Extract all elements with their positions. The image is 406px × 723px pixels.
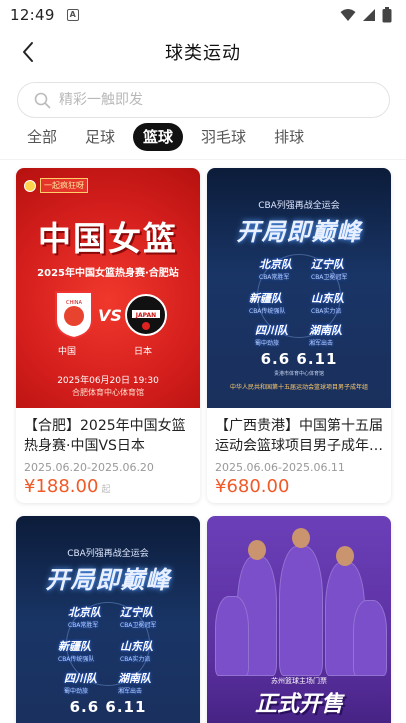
player-figure <box>353 600 387 676</box>
team-right-label: 日本 <box>134 347 153 357</box>
poster-team: 山东队 CBA实力派 <box>311 292 344 315</box>
poster-badge: 一起疯狂呀 <box>24 178 88 193</box>
status-bar: 12:49 A <box>0 0 406 30</box>
event-card[interactable]: CBA列强再战全运会 开局即巅峰 北京队 CBA常胜军 辽宁队 CBA卫冕冠军 新疆… <box>207 168 391 503</box>
page: 12:49 A 球类运动 精彩一触即发 全部 足球 篮球 羽毛球 排球 一起疯狂… <box>0 0 406 723</box>
event-card[interactable]: 一起疯狂呀 中国女篮 2025年中国女篮热身赛·合肥站 CHINA VS JAP… <box>16 168 200 503</box>
tab-basketball[interactable]: 篮球 <box>133 123 184 151</box>
poster-subtitle: 2025年中国女篮热身赛·合肥站 <box>37 268 179 279</box>
poster-team: 辽宁队 CBA卫冕冠军 <box>120 606 157 629</box>
divider <box>0 159 406 160</box>
poster-ribbon: 苏州篮球主场门票 <box>271 677 327 685</box>
event-info: 【合肥】2025年中国女篮热身赛·中国VS日本 2025.06.20-2025.… <box>16 408 200 503</box>
poster-team: 山东队 CBA实力派 <box>120 640 153 663</box>
event-poster: CBA列强再战全运会 开局即巅峰 北京队 CBA常胜军 辽宁队 CBA卫冕冠军 新疆… <box>207 168 391 408</box>
poster-dates: 6.6 6.11 <box>69 698 147 716</box>
chevron-left-icon <box>23 42 33 62</box>
badge-text: 一起疯狂呀 <box>40 178 88 193</box>
poster-team: 四川队 蜀中劲旅 <box>255 324 288 347</box>
event-title: 【合肥】2025年中国女篮热身赛·中国VS日本 <box>24 418 186 454</box>
event-date: 2025.06.20-2025.06.20 <box>24 461 154 474</box>
team-left-label: 中国 <box>58 347 77 357</box>
poster-team: 北京队 CBA常胜军 <box>68 606 101 629</box>
wifi-icon <box>340 9 356 21</box>
event-price-tail: 起 <box>101 485 111 495</box>
event-price-value: ¥188.00 <box>24 476 99 497</box>
poster-slogan: 开局即巅峰 <box>236 218 362 246</box>
status-icons <box>340 7 392 23</box>
event-price: ¥680.00 <box>215 476 383 497</box>
event-title: 【广西贵港】中国第十五届运动会篮球项目男子成年… <box>215 418 383 454</box>
event-poster: 一起疯狂呀 中国女篮 2025年中国女篮热身赛·合肥站 CHINA VS JAP… <box>16 168 200 408</box>
poster-slogan: 开局即巅峰 <box>45 566 171 594</box>
svg-text:CHINA: CHINA <box>66 300 82 306</box>
event-info: 【广西贵港】中国第十五届运动会篮球项目男子成年… 2025.06.06-2025… <box>207 408 391 503</box>
event-card[interactable]: 苏州篮球主场门票 正式开售 <box>207 516 391 723</box>
search-input[interactable] <box>59 92 359 108</box>
player-figure <box>279 546 323 676</box>
event-date: 2025.06.06-2025.06.11 <box>215 461 345 474</box>
tab-badminton[interactable]: 羽毛球 <box>191 123 256 151</box>
poster-org: CBA列强再战全运会 <box>67 549 149 559</box>
poster-footer: 中华人民共和国第十五届运动会篮球项目男子成年组 <box>229 384 368 391</box>
event-poster: 苏州篮球主场门票 正式开售 <box>207 516 391 723</box>
china-team-logo-icon: CHINA <box>55 291 93 340</box>
poster-org: CBA列强再战全运会 <box>258 201 340 211</box>
search-icon <box>34 92 51 108</box>
page-title: 球类运动 <box>165 43 241 64</box>
poster-dates: 6.6 6.11 <box>260 350 338 368</box>
poster-venue: 合肥体育中心体育馆 <box>72 388 144 397</box>
poster-team: 新疆队 CBA传统强队 <box>249 292 286 315</box>
page-header: 球类运动 <box>0 30 406 74</box>
player-head <box>292 528 310 548</box>
japan-team-logo-icon: JAPAN <box>125 294 167 336</box>
poster-team: 四川队 蜀中劲旅 <box>64 672 97 695</box>
poster-team: 新疆队 CBA传统强队 <box>58 640 95 663</box>
event-poster: CBA列强再战全运会 开局即巅峰 北京队 CBA常胜军 辽宁队 CBA卫冕冠军 新疆… <box>16 516 200 723</box>
player-figure <box>215 596 249 676</box>
poster-vs: VS <box>98 306 122 325</box>
badge-logo-icon <box>24 179 36 192</box>
poster-team: 辽宁队 CBA卫冕冠军 <box>311 258 348 281</box>
sim-icon: A <box>66 9 79 21</box>
player-head <box>336 546 354 566</box>
poster-venue: 贵港市体育中心体育馆 <box>273 371 324 377</box>
search-bar[interactable] <box>17 82 390 118</box>
tab-football[interactable]: 足球 <box>75 123 125 151</box>
tab-volleyball[interactable]: 排球 <box>264 123 314 151</box>
poster-datetime: 2025年06月20日 19:30 <box>57 376 159 386</box>
category-tabs: 全部 足球 篮球 羽毛球 排球 <box>17 123 314 151</box>
poster-banner: 苏州篮球主场门票 正式开售 <box>227 676 371 717</box>
event-price-value: ¥680.00 <box>215 476 290 497</box>
poster-team: 湖南队 湘军出击 <box>309 324 342 347</box>
tab-all[interactable]: 全部 <box>17 123 67 151</box>
event-card[interactable]: CBA列强再战全运会 开局即巅峰 北京队 CBA常胜军 辽宁队 CBA卫冕冠军 新疆… <box>16 516 200 723</box>
svg-text:JAPAN: JAPAN <box>135 312 156 319</box>
back-button[interactable] <box>14 38 42 66</box>
poster-team: 北京队 CBA常胜军 <box>259 258 292 281</box>
poster-headline: 中国女篮 <box>38 219 178 258</box>
poster-team: 湖南队 湘军出击 <box>118 672 151 695</box>
status-time: 12:49 <box>10 6 55 24</box>
poster-headline: 正式开售 <box>254 692 343 717</box>
event-price: ¥188.00 起 <box>24 476 192 497</box>
battery-icon <box>382 7 392 23</box>
signal-icon <box>363 9 375 21</box>
player-head <box>248 540 266 560</box>
